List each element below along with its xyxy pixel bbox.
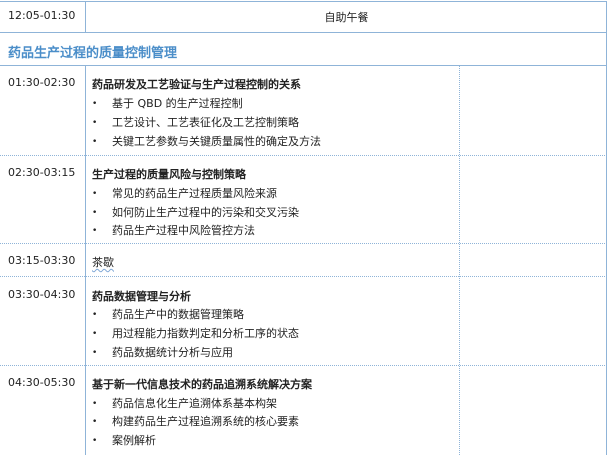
list-item: • 基于 QBD 的生产过程控制: [92, 97, 243, 110]
list-item: • 药品信息化生产追溯体系基本构架: [92, 397, 277, 410]
column-divider: [459, 65, 460, 455]
table-divider: [0, 32, 607, 33]
session-title: 基于新一代信息技术的药品追溯系统解决方案: [92, 378, 312, 391]
list-item: • 常见的药品生产过程质量风险来源: [92, 187, 277, 200]
list-item: • 药品生产过程中风险管控方法: [92, 224, 255, 237]
bullet-icon: •: [92, 118, 98, 128]
session-time: 03:15-03:30: [8, 254, 76, 267]
session-title: 茶歇: [92, 256, 114, 269]
bullet-icon: •: [92, 226, 98, 236]
session-time: 03:30-04:30: [8, 288, 76, 301]
session-title: 生产过程的质量风险与控制策略: [92, 168, 246, 181]
list-item: • 药品数据统计分析与应用: [92, 346, 233, 359]
bullet-icon: •: [92, 189, 98, 199]
list-item: • 案例解析: [92, 434, 156, 447]
lunch-time: 12:05-01:30: [8, 9, 76, 22]
column-divider: [85, 65, 86, 455]
list-item: • 构建药品生产过程追溯系统的核心要素: [92, 415, 299, 428]
bullet-icon: •: [92, 208, 98, 218]
session-time: 01:30-02:30: [8, 76, 76, 89]
bullet-icon: •: [92, 436, 98, 446]
bullet-icon: •: [92, 310, 98, 320]
session-time: 02:30-03:15: [8, 166, 76, 179]
bullet-icon: •: [92, 417, 98, 427]
table-divider: [0, 155, 607, 156]
list-item: • 工艺设计、工艺表征化及工艺控制策略: [92, 116, 299, 129]
lunch-label: 自助午餐: [324, 11, 369, 24]
list-item: • 用过程能力指数判定和分析工序的状态: [92, 327, 299, 340]
table-divider: [0, 65, 607, 66]
bullet-icon: •: [92, 137, 98, 147]
list-item: • 如何防止生产过程中的污染和交叉污染: [92, 206, 299, 219]
bullet-icon: •: [92, 399, 98, 409]
list-item: • 关键工艺参数与关键质量属性的确定及方法: [92, 135, 321, 148]
table-divider: [0, 276, 607, 277]
session-title: 药品研发及工艺验证与生产过程控制的关系: [92, 78, 301, 91]
table-divider: [0, 365, 607, 366]
section-title: 药品生产过程的质量控制管理: [8, 46, 178, 61]
list-item: • 药品生产中的数据管理策略: [92, 308, 244, 321]
bullet-icon: •: [92, 329, 98, 339]
table-border-top: [0, 1, 607, 2]
session-time: 04:30-05:30: [8, 376, 76, 389]
bullet-icon: •: [92, 348, 98, 358]
bullet-icon: •: [92, 99, 98, 109]
session-title: 药品数据管理与分析: [92, 290, 191, 303]
table-divider: [0, 243, 607, 244]
